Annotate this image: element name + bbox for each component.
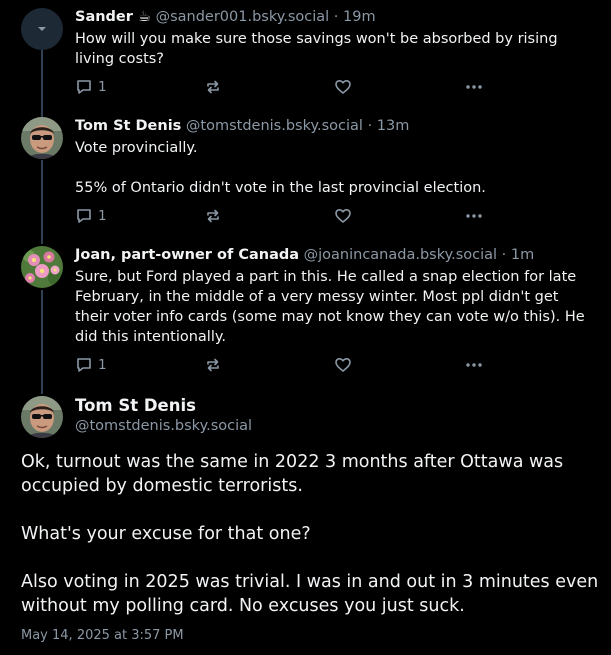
heart-icon <box>335 209 351 223</box>
reply-count: 1 <box>98 208 107 224</box>
more-options-button[interactable] <box>464 206 484 226</box>
man-sunglasses-avatar-icon <box>21 396 63 438</box>
repost-button[interactable] <box>204 206 222 226</box>
post-text: Vote provincially. 55% of Ontario didn't… <box>75 138 595 198</box>
more-options-button[interactable] <box>464 77 484 97</box>
post-header: Sander ☕ @sander001.bsky.social · 19m <box>75 8 376 26</box>
repost-button[interactable] <box>204 77 222 97</box>
post-paragraph: How will you make sure those savings won… <box>75 31 558 67</box>
man-sunglasses-avatar-icon <box>21 117 63 159</box>
repost-icon <box>207 80 219 94</box>
post-paragraph: Also voting in 2025 was trivial. I was i… <box>21 572 599 616</box>
separator-dot: · <box>501 247 507 263</box>
like-button[interactable] <box>334 355 352 375</box>
thread-line <box>41 290 43 394</box>
post-actions: 1 <box>75 206 495 226</box>
post-paragraph: Sure, but Ford played a part in this. He… <box>75 269 585 345</box>
reply-button[interactable]: 1 <box>75 77 107 97</box>
reply-button[interactable]: 1 <box>75 206 107 226</box>
avatar[interactable] <box>21 246 63 288</box>
heart-icon <box>335 80 351 94</box>
post-actions: 1 <box>75 77 495 97</box>
author-handle[interactable]: @tomstdenis.bsky.social <box>75 418 252 434</box>
like-button[interactable] <box>334 206 352 226</box>
heart-icon <box>335 358 351 372</box>
ellipsis-icon <box>466 214 482 218</box>
author-name[interactable]: Joan, part-owner of Canada <box>75 247 299 263</box>
post-text: Sure, but Ford played a part in this. He… <box>75 267 595 347</box>
reply-icon <box>77 358 91 372</box>
author-name[interactable]: Tom St Denis <box>75 118 181 134</box>
separator-dot: · <box>367 118 373 134</box>
collapsed-thread-avatar[interactable] <box>21 8 63 50</box>
author-handle[interactable]: @joanincanada.bsky.social <box>304 247 497 263</box>
reply-count: 1 <box>98 357 107 373</box>
author-name[interactable]: Tom St Denis <box>75 396 196 415</box>
repost-icon <box>207 358 219 372</box>
post-paragraph: 55% of Ontario didn't vote in the last p… <box>75 180 486 196</box>
chevron-down-icon <box>38 27 46 31</box>
author-handle[interactable]: @tomstdenis.bsky.social <box>186 118 363 134</box>
like-button[interactable] <box>334 77 352 97</box>
repost-icon <box>207 209 219 223</box>
thread-line <box>41 46 43 118</box>
avatar[interactable] <box>21 117 63 159</box>
post-timestamp[interactable]: May 14, 2025 at 3:57 PM <box>21 628 184 643</box>
separator-dot: · <box>333 9 339 25</box>
post-text: How will you make sure those savings won… <box>75 29 595 69</box>
pink-flowers-avatar-icon <box>21 246 63 288</box>
reply-button[interactable]: 1 <box>75 355 107 375</box>
post-header: Joan, part-owner of Canada @joanincanada… <box>75 246 534 264</box>
repost-button[interactable] <box>204 355 222 375</box>
ellipsis-icon <box>466 363 482 367</box>
author-handle[interactable]: @sander001.bsky.social <box>156 9 330 25</box>
post-time[interactable]: 19m <box>343 9 376 25</box>
author-name[interactable]: Sander ☕ <box>75 9 151 25</box>
post-actions: 1 <box>75 355 495 375</box>
ellipsis-icon <box>466 85 482 89</box>
reply-count: 1 <box>98 79 107 95</box>
post-paragraph: Vote provincially. <box>75 140 198 156</box>
reply-icon <box>77 209 91 223</box>
post-header: Tom St Denis @tomstdenis.bsky.social · 1… <box>75 117 409 135</box>
post-paragraph: Ok, turnout was the same in 2022 3 month… <box>21 452 564 496</box>
thread-line <box>41 160 43 244</box>
more-options-button[interactable] <box>464 355 484 375</box>
post-time[interactable]: 13m <box>377 118 410 134</box>
avatar[interactable] <box>21 396 63 438</box>
post-time[interactable]: 1m <box>511 247 534 263</box>
post-text: Ok, turnout was the same in 2022 3 month… <box>21 450 601 618</box>
reply-icon <box>77 80 91 94</box>
post-paragraph: What's your excuse for that one? <box>21 524 311 544</box>
